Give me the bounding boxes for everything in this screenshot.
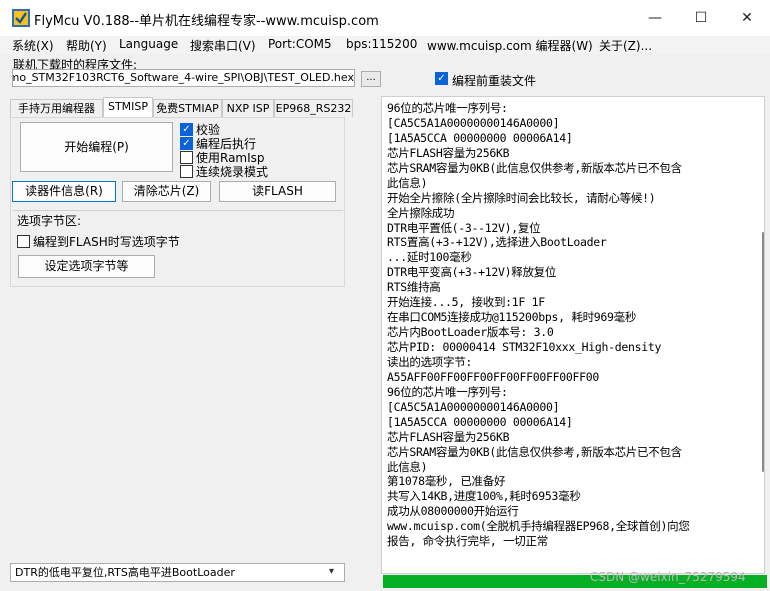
tab-handheld[interactable]: 手持万用编程器 [10,99,103,117]
tab-ep968[interactable]: EP968_RS232 [274,99,353,117]
log-line: [CA5C5A1A00000000146A0000] [387,399,560,414]
log-line: 芯片SRAM容量为0KB(此信息仅供参考,新版本芯片已不包含 [387,160,682,175]
log-scrollbar[interactable] [762,232,764,472]
log-line: 开始连接...5, 接收到:1F 1F [387,295,545,310]
log-lines: 96位的芯片唯一序列号: [CA5C5A1A00000000146A0000] [1… [387,101,690,549]
log-line: 芯片FLASH容量为256KB [387,145,510,160]
log-line: 成功从08000000开始运行 [387,504,519,519]
log-line: RTS维持高 [387,280,441,295]
verify-checkbox[interactable]: ✓ [180,122,193,136]
log-line: 芯片PID: 00000414 STM32F10xxx_High-density [387,340,662,354]
log-line: www.mcuisp.com(全脱机手持编程器EP968,全球首创)向您 [387,519,690,534]
output-log[interactable]: 96位的芯片唯一序列号: [CA5C5A1A00000000146A0000] [1… [381,96,765,574]
log-line: 96位的芯片唯一序列号: [387,101,508,115]
menu-port[interactable]: Port:COM5 [268,37,332,51]
window-title: FlyMcu V0.188--单片机在线编程专家--www.mcuisp.com [34,14,379,29]
write-option-bytes-checkbox[interactable] [17,235,30,248]
log-line: 读出的选项字节: [387,354,473,369]
browse-button[interactable]: ... [361,71,381,87]
menu-bar: 系统(X) 帮助(Y) Language 搜索串口(V) Port:COM5 b… [0,36,770,54]
log-line: 全片擦除成功 [387,205,455,220]
reload-checkbox[interactable]: ✓ [435,72,448,85]
log-line: 芯片内BootLoader版本号: 3.0 [387,325,554,340]
log-line: DTR电平变高(+3-+12V)释放复位 [387,265,557,280]
menu-about[interactable]: 关于(Z)... [599,37,652,54]
log-line: DTR电平置低(-3--12V),复位 [387,220,541,235]
menu-search-port[interactable]: 搜索串口(V) [190,37,256,54]
maximize-button[interactable]: ☐ [678,0,724,36]
file-path-text: D_Demo_STM32F103RCT6_Software_4-wire_SPI… [12,71,354,84]
log-line: 第1078毫秒, 已准备好 [387,474,506,489]
watermark: CSDN @weixin_75279594 [590,570,746,584]
minimize-button[interactable]: — [632,0,678,36]
log-line: 芯片FLASH容量为256KB [387,429,510,444]
log-line: RTS置高(+3-+12V),选择进入BootLoader [387,235,607,250]
log-line: 报告, 命令执行完毕, 一切正常 [387,534,548,549]
continuous-option[interactable]: 连续烧录模式 [180,164,269,179]
read-device-info-button[interactable]: 读器件信息(R) [12,181,116,202]
option-bytes-label: 选项字节区: [17,214,82,228]
menu-language[interactable]: Language [119,37,178,51]
reset-mode-value: DTR的低电平复位,RTS高电平进BootLoader [15,566,235,579]
file-path-input[interactable]: D_Demo_STM32F103RCT6_Software_4-wire_SPI… [12,69,355,87]
menu-help[interactable]: 帮助(Y) [66,37,107,54]
menu-baudrate[interactable]: bps:115200 [346,37,417,51]
ramisp-checkbox[interactable] [180,150,193,164]
close-button[interactable]: ✕ [724,0,770,36]
run-after-checkbox[interactable]: ✓ [180,136,193,150]
menu-system[interactable]: 系统(X) [12,37,54,54]
continuous-checkbox[interactable] [180,164,193,178]
log-line: 共写入14KB,进度100%,耗时6953毫秒 [387,489,581,504]
log-line: 芯片SRAM容量为0KB(此信息仅供参考,新版本芯片已不包含 [387,444,682,459]
chevron-down-icon[interactable]: ▾ [329,566,334,577]
read-flash-button[interactable]: 读FLASH [219,181,336,202]
app-icon [12,9,30,27]
erase-chip-button[interactable]: 清除芯片(Z) [122,181,211,202]
log-line: 96位的芯片唯一序列号: [387,384,508,399]
log-line: [1A5A5CCA 00000000 00006A14] [387,130,573,145]
log-line: 在串口COM5连接成功@115200bps, 耗时969毫秒 [387,310,637,325]
log-line: ...延时100毫秒 [387,250,472,265]
log-line: [CA5C5A1A00000000146A0000] [387,115,560,130]
menu-programmer[interactable]: www.mcuisp.com 编程器(W) [427,37,593,54]
start-program-button[interactable]: 开始编程(P) [20,122,173,172]
log-line: 开始全片擦除(全片擦除时间会比较长, 请耐心等候!) [387,190,656,205]
log-line: [1A5A5CCA 00000000 00006A14] [387,414,573,429]
reload-label: 编程前重装文件 [452,74,537,88]
continuous-label: 连续烧录模式 [196,164,269,179]
tab-stmiap[interactable]: 免费STMIAP [153,99,222,117]
reset-mode-select[interactable]: DTR的低电平复位,RTS高电平进BootLoader [10,563,345,582]
write-option-bytes-option[interactable]: 编程到FLASH时写选项字节 [17,233,180,250]
write-option-bytes-label: 编程到FLASH时写选项字节 [33,235,180,249]
log-line: 此信息) [387,175,428,190]
log-line: A55AFF00FF00FF00FF00FF00FF00FF00 [387,369,599,384]
log-line: 此信息) [387,459,428,474]
set-option-bytes-button[interactable]: 设定选项字节等 [18,255,155,278]
tab-stmisp[interactable]: STMISP [103,97,153,118]
tab-nxp-isp[interactable]: NXP ISP [222,99,274,117]
